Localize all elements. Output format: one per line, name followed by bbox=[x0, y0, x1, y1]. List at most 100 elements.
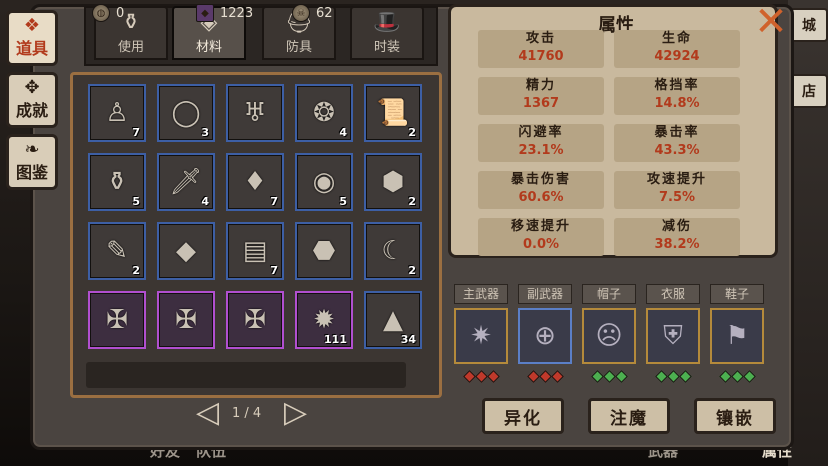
side-tab-achievements[interactable]: ✥ 成就 bbox=[6, 72, 58, 128]
prev-page-button[interactable]: ◁ bbox=[196, 398, 219, 428]
stat-label: 生命 bbox=[661, 31, 692, 46]
inventory-slot[interactable]: ▤ 7 bbox=[226, 222, 284, 280]
inventory-slot[interactable]: ✠ bbox=[226, 291, 284, 349]
stat-value: 0.0% bbox=[522, 237, 560, 252]
equip-slot[interactable]: ⊕ bbox=[518, 308, 572, 364]
inventory-slot[interactable]: ◆ bbox=[157, 222, 215, 280]
gem-socket-icon bbox=[590, 370, 604, 383]
currency-coin: ◍ 0 bbox=[92, 4, 124, 22]
side-tab-codex[interactable]: ❧ 图鉴 bbox=[6, 134, 58, 190]
inventory-slot[interactable]: ♅ bbox=[226, 84, 284, 142]
inventory-slot[interactable]: ◯ 3 bbox=[157, 84, 215, 142]
tab-fashion[interactable]: 🎩 时装 bbox=[350, 6, 424, 60]
stat-entry: 生命 42924 bbox=[614, 30, 740, 68]
stat-entry: 暴击伤害 60.6% bbox=[478, 171, 604, 209]
armor-icon: ⛨ bbox=[663, 320, 683, 351]
city-button[interactable]: 城 bbox=[790, 8, 828, 42]
stat-value: 41760 bbox=[518, 49, 564, 64]
side-tab-label: 成就 bbox=[15, 101, 48, 120]
gem-socket-icon bbox=[474, 370, 488, 383]
equip-slot[interactable]: ⛨ bbox=[646, 308, 700, 364]
equip-slot[interactable]: ⚑ bbox=[710, 308, 764, 364]
gem-socket-icon bbox=[718, 370, 732, 383]
gem-socket-icon bbox=[538, 370, 552, 383]
stat-label: 减伤 bbox=[661, 219, 692, 234]
stat-value: 23.1% bbox=[518, 143, 564, 158]
stat-entry: 移速提升 0.0% bbox=[478, 218, 604, 256]
inventory-slot[interactable]: ✠ bbox=[88, 291, 146, 349]
trophy-icon: ✥ bbox=[24, 77, 40, 98]
currency-value: 0 bbox=[116, 5, 125, 21]
currency-crystal: ◆ 1223 bbox=[196, 4, 253, 22]
inventory-slot[interactable]: ✠ bbox=[157, 291, 215, 349]
stat-label: 攻击 bbox=[525, 31, 556, 46]
item-count: 111 bbox=[324, 333, 347, 346]
next-page-button[interactable]: ▷ bbox=[284, 398, 307, 428]
close-icon[interactable]: ✕ bbox=[752, 2, 790, 42]
stat-label: 闪避率 bbox=[518, 125, 564, 140]
sealed-box-icon: ✠ bbox=[175, 305, 197, 335]
tab-label: 使用 bbox=[117, 40, 144, 55]
gem-socket-icon bbox=[678, 370, 692, 383]
statue-icon: ♙ bbox=[105, 98, 129, 128]
inventory-slot[interactable]: ♦ 7 bbox=[226, 153, 284, 211]
button-label: 异化 bbox=[504, 408, 542, 429]
inventory-slot[interactable]: ☾ 2 bbox=[364, 222, 422, 280]
inlay-button[interactable]: 镶嵌 bbox=[694, 398, 776, 434]
tab-label: 时装 bbox=[373, 40, 400, 55]
gem-socket-icon bbox=[654, 370, 668, 383]
item-count: 2 bbox=[408, 264, 416, 277]
inventory-slot[interactable]: ◉ 5 bbox=[295, 153, 353, 211]
currency-value: 1223 bbox=[220, 5, 254, 21]
sealed-box-icon: ✠ bbox=[244, 305, 266, 335]
enchant-button[interactable]: 注魔 bbox=[588, 398, 670, 434]
item-count: 4 bbox=[339, 126, 347, 139]
inventory-slot[interactable]: ❂ 4 bbox=[295, 84, 353, 142]
book-icon: ❧ bbox=[24, 139, 40, 160]
red-crystal-icon: ♦ bbox=[243, 167, 267, 197]
stat-entry: 格挡率 14.8% bbox=[614, 77, 740, 115]
mutate-button[interactable]: 异化 bbox=[482, 398, 564, 434]
gem-socket-indicators bbox=[646, 370, 700, 383]
side-tab-items[interactable]: ❖ 道具 bbox=[6, 10, 58, 66]
stat-label: 精力 bbox=[525, 78, 556, 93]
spiked-wheel-icon: ✷ bbox=[470, 321, 492, 351]
inventory-slot[interactable]: 📜 2 bbox=[364, 84, 422, 142]
gem-socket-indicators bbox=[518, 370, 572, 383]
map-icon: ▤ bbox=[242, 236, 268, 266]
stat-value: 42924 bbox=[654, 49, 700, 64]
inventory-slot[interactable]: ⚱ 5 bbox=[88, 153, 146, 211]
inventory-slot[interactable]: ▲ 34 bbox=[364, 291, 422, 349]
inventory-slot[interactable]: ♙ 7 bbox=[88, 84, 146, 142]
inventory-slot[interactable]: ⬣ bbox=[295, 222, 353, 280]
dagger-icon: 🗡 bbox=[169, 167, 203, 197]
ore-icon: ⬢ bbox=[381, 167, 405, 197]
equip-slot-label: 衣服 bbox=[646, 284, 700, 304]
gem-socket-icon bbox=[742, 370, 756, 383]
inventory-slot[interactable]: ⬢ 2 bbox=[364, 153, 422, 211]
stat-label: 暴击率 bbox=[654, 125, 700, 140]
inventory-slot[interactable]: 🗡 4 bbox=[157, 153, 215, 211]
ring-icon: ◯ bbox=[171, 98, 201, 128]
stat-label: 格挡率 bbox=[654, 78, 700, 93]
shop-button[interactable]: 店 bbox=[790, 74, 828, 108]
button-label: 注魔 bbox=[610, 408, 648, 429]
equip-slot[interactable]: ☹ bbox=[582, 308, 636, 364]
currency-skull: ☠ 62 bbox=[292, 4, 333, 22]
currency-value: 62 bbox=[316, 5, 333, 21]
inventory-slot[interactable]: ✹ 111 bbox=[295, 291, 353, 349]
skull-coin-icon: ☠ bbox=[292, 4, 310, 22]
equip-slot-label: 副武器 bbox=[518, 284, 572, 304]
item-count: 2 bbox=[408, 126, 416, 139]
inventory-slot[interactable]: ✎ 2 bbox=[88, 222, 146, 280]
crystal-icon: ◆ bbox=[196, 4, 214, 22]
equip-slot[interactable]: ✷ bbox=[454, 308, 508, 364]
gem-socket-indicators bbox=[710, 370, 764, 383]
gem-socket-indicators bbox=[582, 370, 636, 383]
side-tab-label: 图鉴 bbox=[15, 163, 48, 182]
gem-socket-indicators bbox=[454, 370, 508, 383]
scroll-icon: 📜 bbox=[376, 98, 410, 128]
button-label: 镶嵌 bbox=[716, 408, 754, 429]
equip-slot-label: 鞋子 bbox=[710, 284, 764, 304]
stat-value: 60.6% bbox=[518, 190, 564, 205]
